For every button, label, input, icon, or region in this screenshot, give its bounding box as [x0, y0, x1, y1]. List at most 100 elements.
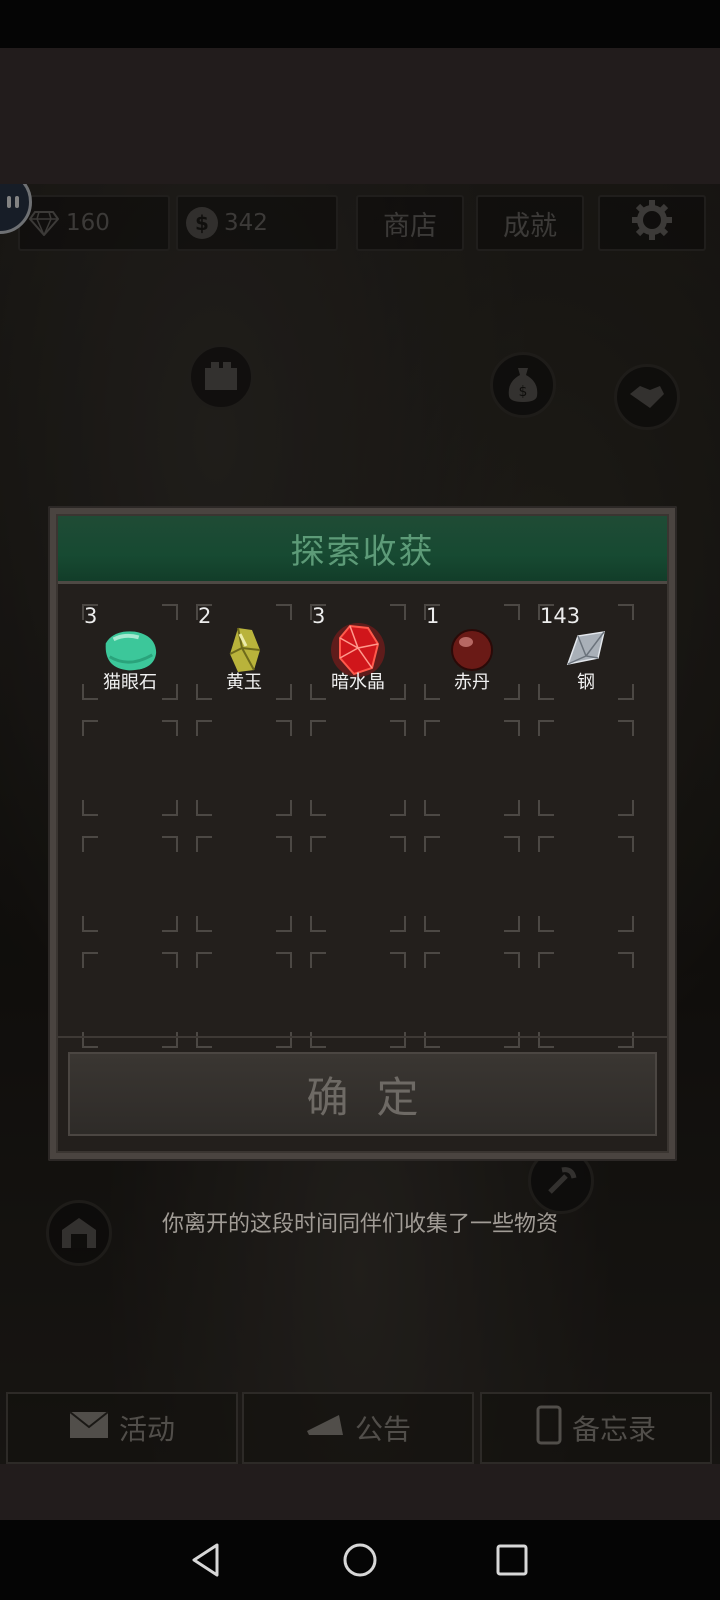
- slot-corner: [424, 916, 440, 932]
- slot-corner: [504, 916, 520, 932]
- reward-slot[interactable]: 1 赤丹: [424, 604, 520, 700]
- slot-corner: [390, 952, 406, 968]
- slot-corner: [424, 720, 440, 736]
- item-name: 猫眼石: [103, 672, 157, 693]
- reward-slot: [538, 836, 634, 932]
- reward-slot[interactable]: 2 黄玉: [196, 604, 292, 700]
- slot-corner: [504, 836, 520, 852]
- slot-corner: [538, 720, 554, 736]
- slot-corner: [276, 800, 292, 816]
- slot-corner: [162, 604, 178, 620]
- slot-corner: [538, 916, 554, 932]
- slot-corner: [538, 800, 554, 816]
- slot-corner: [504, 952, 520, 968]
- mail-icon: [69, 1410, 109, 1446]
- slot-corner: [82, 836, 98, 852]
- slot-corner: [310, 1032, 326, 1048]
- recents-button[interactable]: [492, 1540, 532, 1580]
- slot-corner: [504, 720, 520, 736]
- reward-slot: [82, 836, 178, 932]
- slot-corner: [310, 720, 326, 736]
- slot-corner: [196, 800, 212, 816]
- item-name: 暗水晶: [331, 672, 385, 693]
- slot-corner: [538, 1032, 554, 1048]
- slot-corner: [618, 952, 634, 968]
- slot-corner: [390, 720, 406, 736]
- slot-corner: [390, 836, 406, 852]
- slot-corner: [390, 1032, 406, 1048]
- slot-corner: [162, 1032, 178, 1048]
- slot-corner: [196, 916, 212, 932]
- item-count: 3: [84, 604, 98, 628]
- cats-eye-gem-icon: [100, 624, 160, 676]
- reward-slot: [538, 720, 634, 816]
- slot-corner: [276, 1032, 292, 1048]
- tab-label: 公告: [354, 1413, 411, 1446]
- tab-announcements[interactable]: 公告: [242, 1392, 474, 1464]
- slot-corner: [310, 836, 326, 852]
- slot-corner: [162, 836, 178, 852]
- slot-corner: [424, 952, 440, 968]
- reward-slot: [82, 720, 178, 816]
- slot-corner: [504, 800, 520, 816]
- divider: [58, 1036, 667, 1038]
- item-count: 3: [312, 604, 326, 628]
- reward-slot[interactable]: 3 猫眼石: [82, 604, 178, 700]
- home-circle-icon: [343, 1543, 377, 1577]
- dark-crystal-icon: [328, 623, 388, 677]
- slot-corner: [504, 1032, 520, 1048]
- slot-corner: [538, 836, 554, 852]
- reward-slot: [82, 952, 178, 1048]
- home-button[interactable]: [340, 1540, 380, 1580]
- slot-corner: [196, 1032, 212, 1048]
- slot-corner: [310, 952, 326, 968]
- exploration-rewards-dialog: 探索收获 3 猫眼石 2 黄玉 3 暗水晶 1 赤丹 143 钢 确定: [48, 506, 677, 1161]
- slot-corner: [424, 836, 440, 852]
- slot-corner: [276, 916, 292, 932]
- reward-slot: [424, 720, 520, 816]
- bottom-band: [0, 1464, 720, 1520]
- slot-corner: [618, 916, 634, 932]
- topaz-gem-icon: [214, 624, 274, 676]
- slot-corner: [618, 836, 634, 852]
- slot-corner: [538, 952, 554, 968]
- slot-corner: [162, 916, 178, 932]
- tab-label: 活动: [118, 1413, 175, 1446]
- tab-label: 备忘录: [571, 1413, 656, 1446]
- reward-slot: [424, 952, 520, 1048]
- top-band: [0, 48, 720, 184]
- slot-corner: [424, 800, 440, 816]
- reward-slot: [310, 720, 406, 816]
- back-button[interactable]: [186, 1540, 226, 1580]
- reward-slot[interactable]: 3 暗水晶: [310, 604, 406, 700]
- slot-corner: [276, 720, 292, 736]
- slot-corner: [310, 916, 326, 932]
- offline-hint-text: 你离开的这段时间同伴们收集了一些物资: [161, 1212, 558, 1237]
- slot-corner: [618, 720, 634, 736]
- tab-activities[interactable]: 活动: [6, 1392, 238, 1464]
- reward-slot: [310, 836, 406, 932]
- item-name: 黄玉: [226, 672, 262, 693]
- slot-corner: [196, 836, 212, 852]
- slot-corner: [618, 1032, 634, 1048]
- recents-square-icon: [496, 1544, 528, 1576]
- phone-icon: [536, 1405, 562, 1452]
- slot-corner: [82, 720, 98, 736]
- reward-slot[interactable]: 143 钢: [538, 604, 634, 700]
- slot-corner: [424, 1032, 440, 1048]
- dialog-title: 探索收获: [290, 532, 435, 572]
- slot-corner: [196, 952, 212, 968]
- dialog-body: 探索收获 3 猫眼石 2 黄玉 3 暗水晶 1 赤丹 143 钢 确定: [56, 514, 669, 1153]
- slot-corner: [276, 836, 292, 852]
- steel-icon: [556, 624, 616, 676]
- item-name: 赤丹: [454, 672, 490, 693]
- slot-corner: [196, 720, 212, 736]
- confirm-button[interactable]: 确定: [68, 1052, 657, 1136]
- slot-corner: [618, 604, 634, 620]
- slot-corner: [276, 952, 292, 968]
- item-count: 2: [198, 604, 212, 628]
- tab-memo[interactable]: 备忘录: [480, 1392, 712, 1464]
- megaphone-icon: [305, 1411, 345, 1446]
- slot-corner: [82, 952, 98, 968]
- slot-corner: [82, 1032, 98, 1048]
